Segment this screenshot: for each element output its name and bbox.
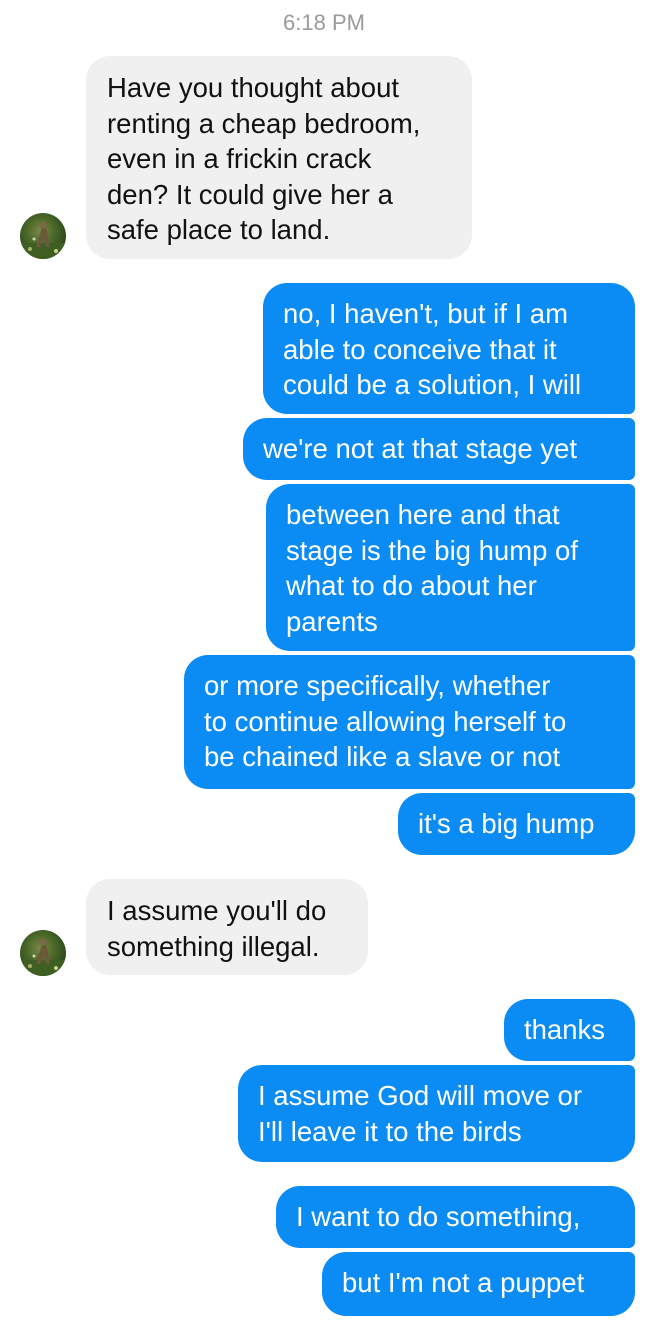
outgoing-message[interactable]: it's a big hump [398,793,635,855]
outgoing-message[interactable]: or more specifically, whether to continue… [184,655,635,789]
incoming-message[interactable]: Have you thought about renting a cheap be… [86,56,472,259]
incoming-message[interactable]: I assume you'll do something illegal. [86,879,368,975]
outgoing-message[interactable]: we're not at that stage yet [243,418,635,480]
outgoing-message[interactable]: I want to do something, [276,1186,635,1248]
contact-avatar-icon[interactable] [20,213,66,259]
outgoing-message[interactable]: no, I haven't, but if I am able to concei… [263,283,635,414]
contact-avatar-icon[interactable] [20,930,66,976]
outgoing-message[interactable]: but I'm not a puppet [322,1252,635,1316]
outgoing-message[interactable]: I assume God will move or I'll leave it t… [238,1065,635,1162]
outgoing-message[interactable]: between here and that stage is the big hu… [266,484,635,651]
timestamp: 6:18 PM [283,10,365,35]
outgoing-message[interactable]: thanks [504,999,635,1061]
